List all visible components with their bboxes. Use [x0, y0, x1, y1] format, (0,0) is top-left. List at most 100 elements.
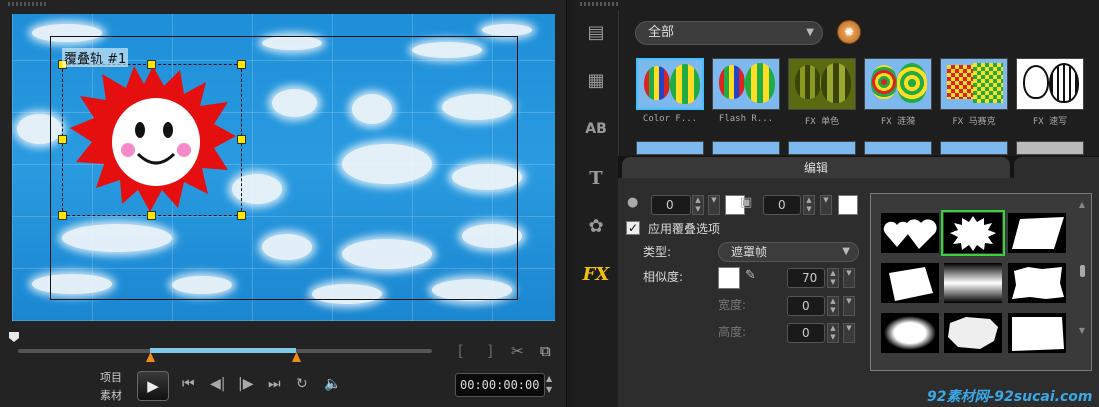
balloon-image — [745, 63, 775, 103]
filter-thumbnail[interactable] — [712, 58, 780, 110]
filter-thumbnail-label: Color F... — [642, 114, 698, 124]
height-dropdown[interactable]: ▼ — [843, 323, 855, 343]
mask-frame-torn[interactable] — [1008, 263, 1066, 303]
go-to-start-icon[interactable]: ⏮ — [182, 376, 195, 392]
mask-frame-rough-rect[interactable] — [1008, 313, 1066, 353]
border-width-spinner[interactable]: ▲ ▼ — [692, 195, 704, 215]
mask-frame-hearts[interactable] — [881, 213, 939, 253]
filter-thumbnail[interactable] — [864, 58, 932, 110]
resize-handle[interactable] — [58, 211, 67, 220]
tab-edit[interactable]: 编辑 — [622, 157, 1010, 179]
timecode-spinner[interactable]: ▲ ▼ — [546, 373, 556, 397]
text-title-icon[interactable]: T — [582, 166, 610, 192]
preview-canvas[interactable]: 覆叠轨 #1 — [12, 14, 555, 321]
filter-thumbnail[interactable] — [864, 141, 932, 155]
height-field[interactable]: 0 — [787, 323, 825, 343]
tab-attribute[interactable] — [1014, 157, 1099, 179]
mark-in-button[interactable]: [ — [458, 342, 464, 360]
next-frame-icon[interactable]: |▶ — [238, 376, 253, 392]
width-field[interactable]: 0 — [787, 296, 825, 316]
eyedropper-icon[interactable]: ✎ — [745, 268, 756, 283]
edge-shape-icon: ▣ — [740, 195, 753, 210]
border-width-field[interactable]: 0 — [651, 195, 691, 215]
resize-handle[interactable] — [237, 135, 246, 144]
previous-frame-icon[interactable]: ◀| — [210, 376, 225, 392]
edge-width-dropdown[interactable]: ▼ — [820, 195, 832, 215]
border-width-dropdown[interactable]: ▼ — [708, 195, 720, 215]
cut-icon[interactable]: ✂ — [511, 342, 524, 360]
filter-thumbnail[interactable] — [940, 141, 1008, 155]
go-to-end-icon[interactable]: ⏭ — [268, 376, 281, 392]
type-dropdown[interactable]: 遮罩帧 ▼ — [718, 242, 859, 262]
height-label: 高度: — [718, 325, 747, 339]
tilted-rect-mask-icon — [889, 267, 933, 301]
graphics-flower-icon[interactable]: ✿ — [582, 214, 610, 240]
torn-mask-icon — [1012, 267, 1064, 299]
trim-in-marker[interactable] — [146, 352, 155, 362]
similarity-label: 相似度: — [643, 270, 684, 284]
resize-handle[interactable] — [237, 60, 246, 69]
mask-frame-brush[interactable] — [944, 313, 1002, 353]
resize-handle[interactable] — [147, 211, 156, 220]
filter-thumbnail[interactable] — [788, 141, 856, 155]
timecode-display[interactable]: 00:00:00:00 — [455, 373, 545, 397]
filter-thumbnail[interactable] — [636, 141, 704, 155]
apply-overlay-checkbox[interactable]: ✓ — [626, 221, 640, 235]
panel-grip[interactable] — [8, 2, 48, 6]
mask-gallery-scrollbar[interactable]: ▲ ▼ — [1077, 200, 1087, 366]
transition-icon[interactable]: ▦ — [582, 68, 610, 94]
filter-thumbnail[interactable] — [788, 58, 856, 110]
edge-color-swatch[interactable] — [838, 195, 858, 215]
panel-grip[interactable] — [580, 2, 620, 6]
resize-handle[interactable] — [147, 60, 156, 69]
edge-width-spinner[interactable]: ▲ ▼ — [803, 195, 815, 215]
heart-mask-icon — [883, 219, 937, 249]
title-ab-icon[interactable]: AB — [582, 116, 610, 142]
filter-thumbnail[interactable] — [636, 58, 704, 110]
video-editor: 覆叠轨 #1 [ ] ✂ ⧉ 项目 素材 ▶ ⏮ ◀| |▶ ⏭ ↻ 🔈 00:… — [0, 0, 1099, 407]
play-button[interactable]: ▶ — [137, 371, 169, 401]
balloon-image — [871, 65, 897, 99]
mode-project-label[interactable]: 项目 — [100, 369, 122, 385]
mask-frame-parallelogram[interactable] — [1008, 213, 1066, 253]
edge-width-field[interactable]: 0 — [763, 195, 801, 215]
mask-gallery-scroll-thumb[interactable] — [1080, 265, 1085, 277]
similarity-spinner[interactable]: ▲ ▼ — [827, 268, 839, 288]
fx-filter-icon[interactable]: FX — [582, 262, 610, 288]
key-color-swatch[interactable] — [718, 267, 740, 289]
splash-mask-icon — [950, 216, 996, 251]
similarity-field[interactable]: 70 — [787, 268, 825, 288]
mode-clip-label[interactable]: 素材 — [100, 387, 122, 403]
trim-out-marker[interactable] — [292, 352, 301, 362]
mask-frame-oval[interactable] — [881, 313, 939, 353]
mask-frame-tilted[interactable] — [881, 263, 939, 303]
filter-thumbnail-label: FX 单色 — [804, 117, 840, 127]
repeat-icon[interactable]: ↻ — [296, 376, 308, 392]
filter-thumbnail[interactable] — [1016, 58, 1084, 110]
volume-icon[interactable]: 🔈 — [324, 376, 341, 392]
filter-thumbnail-label: FX 速写 — [1032, 117, 1068, 127]
scrubber-handle[interactable] — [9, 332, 19, 342]
height-spinner[interactable]: ▲ ▼ — [827, 323, 839, 343]
filter-thumbnail[interactable] — [712, 141, 780, 155]
watermark-text: 92素材网-92sucai.com — [927, 389, 1093, 405]
similarity-dropdown[interactable]: ▼ — [843, 268, 855, 288]
mask-frame-splash[interactable] — [941, 210, 1005, 256]
enlarge-icon[interactable]: ⧉ — [540, 342, 551, 360]
filter-thumbnail[interactable] — [940, 58, 1008, 110]
filter-thumbnail[interactable] — [1016, 141, 1084, 155]
mask-frame-gradient[interactable] — [944, 263, 1002, 303]
resize-handle[interactable] — [237, 211, 246, 220]
balloon-image — [644, 66, 670, 100]
parallelogram-mask-icon — [1012, 217, 1064, 249]
preview-panel: 覆叠轨 #1 [ ] ✂ ⧉ 项目 素材 ▶ ⏮ ◀| |▶ ⏭ ↻ 🔈 00:… — [0, 0, 567, 407]
resize-handle[interactable] — [58, 135, 67, 144]
filter-thumbnail-label: FX 马赛克 — [952, 117, 996, 127]
width-dropdown[interactable]: ▼ — [843, 296, 855, 316]
mark-out-button[interactable]: ] — [487, 342, 493, 360]
width-spinner[interactable]: ▲ ▼ — [827, 296, 839, 316]
media-library-icon[interactable]: ▤ — [582, 20, 610, 46]
options-menu-icon[interactable]: ✺ — [837, 20, 861, 44]
category-dropdown[interactable]: 全部 ▼ — [635, 21, 823, 45]
selection-box[interactable] — [62, 64, 242, 216]
